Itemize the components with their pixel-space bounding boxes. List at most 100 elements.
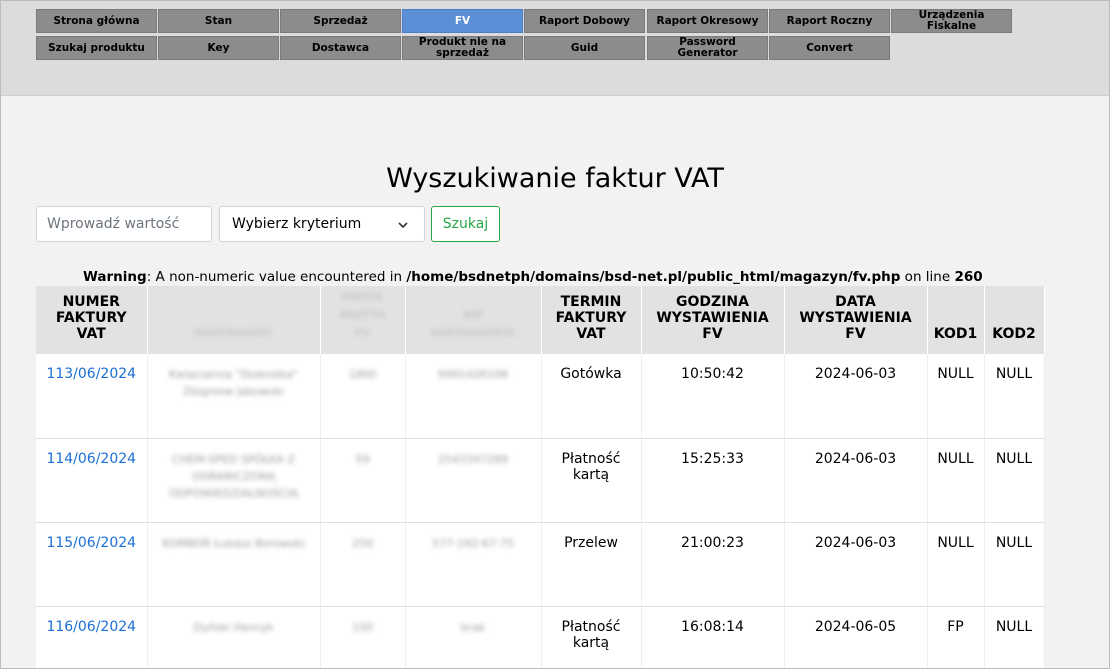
table-cell: 115/06/2024 [36, 521, 148, 606]
criterion-select-label: Wybierz kryterium [232, 216, 362, 232]
column-header-label: KOD1 [933, 326, 978, 342]
table-cell: KOMBOR Łukasz Borowski [147, 521, 321, 606]
column-header-label: KOD2 [992, 326, 1036, 342]
cell-value: NULL [995, 366, 1033, 382]
search-input[interactable] [36, 206, 212, 242]
table-cell: NULL [984, 437, 1045, 522]
cell-value: NULL [937, 366, 974, 382]
column-header: TERMIN FAKTURY VAT [541, 286, 642, 354]
table-cell: 577-192-67-75 [405, 521, 542, 606]
table-cell: 116/06/2024 [36, 605, 148, 668]
criterion-select[interactable]: Wybierz kryterium [219, 206, 425, 242]
warning-line: 260 [954, 269, 983, 285]
invoice-number-link[interactable]: 116/06/2024 [46, 619, 136, 635]
cell-value: CHEM-SPED SPÓŁKA Z OGRANICZONĄ ODPOWIEDZ… [169, 452, 298, 500]
table-cell: 1800 [320, 354, 406, 438]
warning-path: /home/bsdnetph/domains/bsd-net.pl/public… [406, 269, 901, 285]
cell-value: 2543347289 [438, 452, 508, 466]
table-cell: 114/06/2024 [36, 437, 148, 522]
table-row: 115/06/2024 KOMBOR Łukasz Borowski 250 577-… [36, 521, 1045, 606]
table-header-row: NUMER FAKTURY VAT KONTRAHENT KWOTA BRUTTO … [36, 286, 1045, 354]
cell-value: 15:25:33 [681, 450, 744, 467]
table-cell: 2024-06-03 [784, 437, 928, 522]
nav-button-szukaj-produktu[interactable]: Szukaj produktu [36, 36, 157, 60]
invoice-number-link[interactable]: 113/06/2024 [46, 366, 136, 382]
cell-value: NULL [995, 618, 1033, 635]
nav-button-key[interactable]: Key [158, 36, 279, 60]
table-cell: 15:25:33 [641, 437, 785, 522]
nav-button-dostawca[interactable]: Dostawca [280, 36, 401, 60]
table-cell: 113/06/2024 [36, 354, 148, 438]
nav-button-raport-okresowy[interactable]: Raport Okresowy [647, 9, 768, 33]
nav-button-stan[interactable]: Stan [158, 9, 279, 33]
cell-value: 2024-06-03 [814, 366, 897, 382]
nav-button-produkt-nie-na-sprzedaż[interactable]: Produkt nie na sprzedaż [402, 36, 523, 60]
cell-value: 9491426108 [438, 368, 508, 381]
table-cell: NULL [927, 354, 985, 438]
table-cell: 10:50:42 [641, 354, 785, 438]
cell-value: NULL [937, 534, 974, 551]
cell-value: 10:50:42 [681, 366, 744, 382]
cell-value: 16:08:14 [681, 618, 744, 635]
table-cell: 2024-06-05 [784, 605, 928, 668]
table-cell: FP [927, 605, 985, 668]
table-cell: Dyński Henryk [147, 605, 321, 668]
table-row: 114/06/2024 CHEM-SPED SPÓŁKA Z OGRANICZON… [36, 437, 1045, 522]
nav-button-convert[interactable]: Convert [769, 36, 890, 60]
nav-button-raport-roczny[interactable]: Raport Roczny [769, 9, 890, 33]
page-title: Wyszukiwanie faktur VAT [386, 163, 724, 194]
warning-prefix: Warning [83, 269, 147, 285]
chevron-down-icon [398, 222, 408, 229]
column-header: DATA WYSTAWIENIA FV [784, 286, 928, 354]
search-button[interactable]: Szukaj [431, 206, 500, 242]
column-header-label: DATA WYSTAWIENIA FV [799, 294, 912, 342]
cell-value: 1800 [348, 368, 377, 381]
table-body: 113/06/2024 Kwiaciarnia "Stokrotka" Zbign… [36, 354, 1045, 668]
table-cell: 16:08:14 [641, 605, 785, 668]
cell-value: brak [460, 620, 486, 634]
cell-value: 250 [352, 536, 373, 550]
column-header: KOD1 [927, 286, 985, 354]
table-cell: Gotówka [541, 354, 642, 438]
nav-button-strona-główna[interactable]: Strona główna [36, 9, 157, 33]
table-cell: Kwiaciarnia "Stokrotka" Zbigniew Jakowsk… [147, 354, 321, 438]
column-header-label: KWOTA BRUTTO FV [339, 292, 386, 339]
table-cell: 21:00:23 [641, 521, 785, 606]
table-cell: 250 [320, 521, 406, 606]
column-header: KONTRAHENT [147, 286, 321, 354]
cell-value: Gotówka [560, 366, 622, 382]
column-header-label: KONTRAHENT [195, 328, 272, 339]
table-cell: 2024-06-03 [784, 354, 928, 438]
table-cell: brak [405, 605, 542, 668]
column-header: NIP KONTRAHENTA [405, 286, 542, 354]
browser-viewport: Strona główna Stan Sprzedaż FV Raport Dobowy… [0, 0, 1110, 669]
nav-button-fv[interactable]: FV [402, 9, 523, 33]
cell-value: Przelew [564, 534, 618, 551]
php-warning: Warning: A non-numeric value encountered… [83, 269, 983, 285]
nav-button-guid[interactable]: Guid [524, 36, 645, 60]
invoice-table: NUMER FAKTURY VAT KONTRAHENT KWOTA BRUTTO … [36, 286, 1045, 668]
nav-button-password-generator[interactable]: Password Generator [647, 36, 768, 60]
column-header: GODZINA WYSTAWIENIA FV [641, 286, 785, 354]
table-cell: 9491426108 [405, 354, 542, 438]
cell-value: FP [947, 618, 964, 635]
invoice-number-link[interactable]: 114/06/2024 [46, 451, 136, 467]
nav-button-urządzenia-fiskalne[interactable]: Urządzenia Fiskalne [891, 9, 1012, 33]
cell-value: 2024-06-03 [814, 534, 897, 551]
column-header-label: GODZINA WYSTAWIENIA FV [656, 294, 769, 342]
nav-button-raport-dobowy[interactable]: Raport Dobowy [524, 9, 645, 33]
table-cell: 2024-06-03 [784, 521, 928, 606]
column-header: KWOTA BRUTTO FV [320, 286, 406, 354]
table-cell: NULL [984, 605, 1045, 668]
table-cell: NULL [927, 521, 985, 606]
nav-button-sprzedaż[interactable]: Sprzedaż [280, 9, 401, 33]
invoice-number-link[interactable]: 115/06/2024 [46, 535, 136, 551]
cell-value: Płatność kartą [561, 618, 621, 651]
table-cell: 2543347289 [405, 437, 542, 522]
cell-value: Płatność kartą [561, 450, 621, 483]
cell-value: NULL [995, 450, 1033, 467]
table-cell: CHEM-SPED SPÓŁKA Z OGRANICZONĄ ODPOWIEDZ… [147, 437, 321, 522]
table-row: 113/06/2024 Kwiaciarnia "Stokrotka" Zbign… [36, 354, 1045, 438]
table-cell: Płatność kartą [541, 605, 642, 668]
table-cell: 150 [320, 605, 406, 668]
